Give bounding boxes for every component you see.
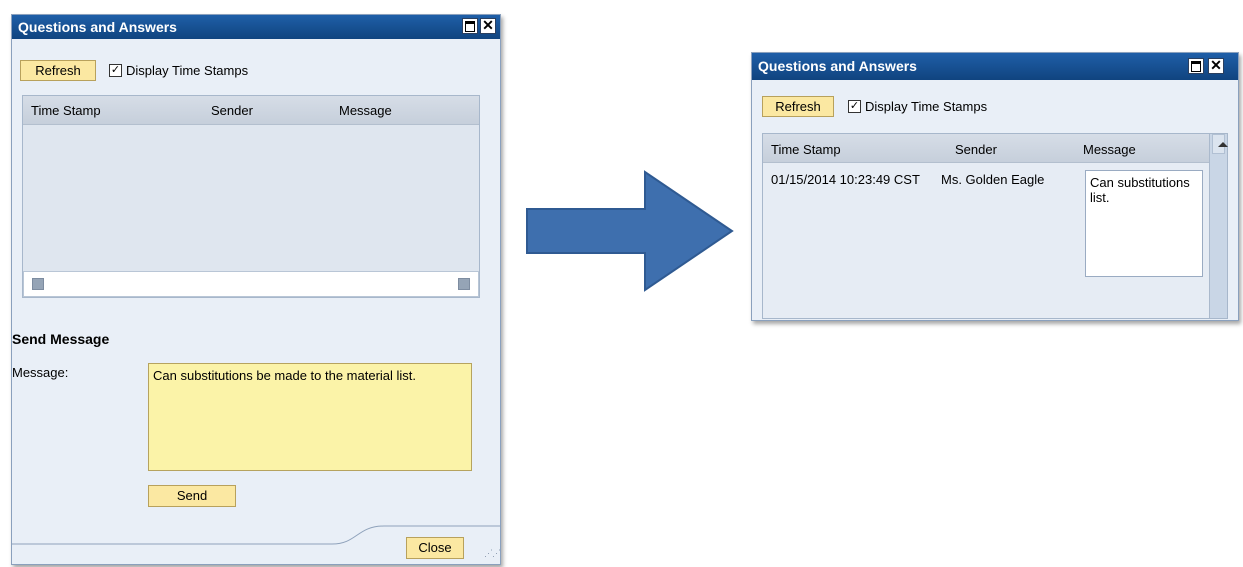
row-message: Can substitutions list. [1085,170,1203,277]
display-timestamps-checkbox[interactable]: ✓ [848,100,861,113]
row-message-line-1: Can substitutions [1090,175,1190,190]
column-header-time-stamp[interactable]: Time Stamp [31,103,101,118]
table-header: Time Stamp Sender Message [763,134,1211,163]
vertical-scrollbar[interactable] [1209,134,1228,318]
close-icon[interactable]: ✕ [1208,58,1224,74]
refresh-button[interactable]: Refresh [20,60,96,81]
column-header-time-stamp[interactable]: Time Stamp [771,142,841,157]
display-timestamps-label: Display Time Stamps [126,63,249,78]
maximize-icon[interactable] [462,18,478,34]
column-header-sender[interactable]: Sender [211,103,253,118]
window-titlebar[interactable]: Questions and Answers [12,15,500,39]
close-button[interactable]: Close [406,537,464,559]
qa-window-after: Questions and Answers ✕ Refresh ✓ Displa… [751,52,1239,321]
column-header-sender[interactable]: Sender [955,142,997,157]
window-title: Questions and Answers [18,19,177,35]
table-header: Time Stamp Sender Message [23,96,479,125]
refresh-button[interactable]: Refresh [762,96,834,117]
maximize-icon[interactable] [1188,58,1204,74]
display-timestamps-checkbox[interactable]: ✓ [109,64,122,77]
right-arrow-icon [526,170,734,292]
column-header-message[interactable]: Message [1083,142,1136,157]
send-button[interactable]: Send [148,485,236,507]
messages-table: Time Stamp Sender Message 01/15/2014 10:… [762,133,1228,319]
row-message-line-2: list. [1090,190,1110,205]
messages-table: Time Stamp Sender Message [22,95,480,298]
scroll-right-icon[interactable] [458,278,470,290]
scroll-left-icon[interactable] [32,278,44,290]
message-input[interactable]: Can substitutions be made to the materia… [148,363,472,471]
message-label: Message: [12,365,69,380]
display-timestamps-label: Display Time Stamps [865,99,988,114]
close-icon[interactable]: ✕ [480,18,496,34]
qa-window-before: Questions and Answers ✕ Refresh ✓ Displa… [11,14,501,565]
send-message-heading: Send Message [12,331,110,347]
window-title: Questions and Answers [758,58,917,74]
horizontal-scrollbar[interactable] [23,271,479,297]
row-time-stamp: 01/15/2014 10:23:49 CST [771,172,920,187]
scroll-up-icon[interactable] [1212,134,1228,154]
window-titlebar[interactable]: Questions and Answers [752,53,1238,80]
column-header-message[interactable]: Message [339,103,392,118]
resize-grip-icon[interactable]: ⋰⋰ [484,548,501,559]
row-sender: Ms. Golden Eagle [941,172,1045,187]
